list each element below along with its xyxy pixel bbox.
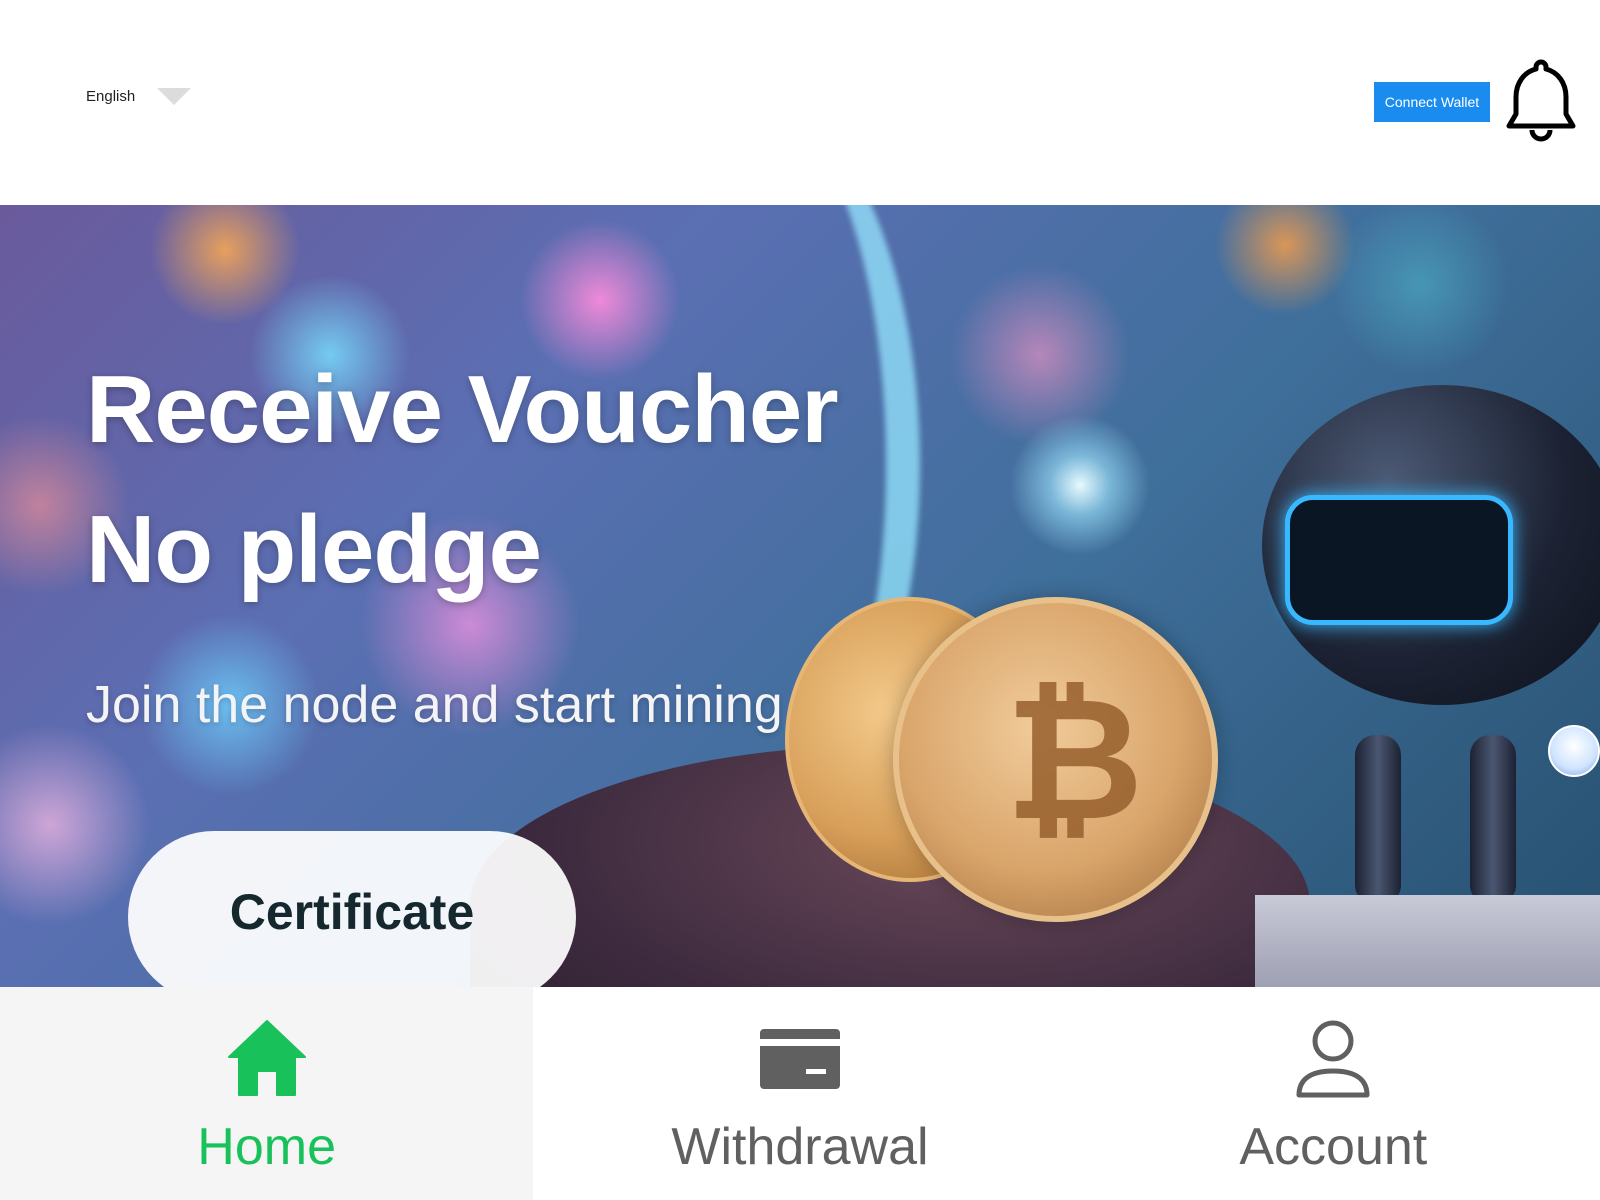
- robot-visor-image: [1285, 495, 1513, 625]
- hero-banner: ₿ Receive Voucher No pledge Join the nod…: [0, 205, 1600, 987]
- language-label: English: [86, 88, 136, 105]
- nav-item-account[interactable]: Account: [1067, 987, 1600, 1200]
- home-icon: [227, 1020, 306, 1096]
- connect-wallet-button[interactable]: Connect Wallet: [1374, 82, 1490, 122]
- wallet-card-icon: [759, 1029, 840, 1089]
- nav-label-account: Account: [1239, 1118, 1428, 1176]
- top-header: English Connect Wallet: [0, 0, 1600, 205]
- hero-title-line1: Receive Voucher: [86, 356, 839, 463]
- hero-title-line2: No pledge: [86, 496, 542, 603]
- nav-label-home: Home: [197, 1118, 337, 1176]
- nav-item-home[interactable]: Home: [0, 987, 534, 1200]
- bell-icon[interactable]: [1506, 56, 1576, 146]
- robot-leg-right: [1470, 735, 1516, 905]
- bottom-nav: Home Withdrawal Account: [0, 987, 1600, 1200]
- hero-subtitle: Join the node and start mining: [86, 676, 783, 734]
- certificate-button[interactable]: Certificate: [128, 831, 576, 987]
- user-icon: [1296, 1020, 1370, 1098]
- chevron-down-icon: [157, 88, 192, 105]
- robot-base-image: [1255, 895, 1600, 987]
- language-selector[interactable]: English: [86, 88, 192, 105]
- nav-item-withdrawal[interactable]: Withdrawal: [533, 987, 1066, 1200]
- robot-avatar-icon[interactable]: [1548, 725, 1600, 777]
- nav-label-withdrawal: Withdrawal: [671, 1118, 929, 1176]
- bitcoin-symbol-icon: ₿: [1005, 661, 1144, 859]
- robot-leg-left: [1355, 735, 1401, 905]
